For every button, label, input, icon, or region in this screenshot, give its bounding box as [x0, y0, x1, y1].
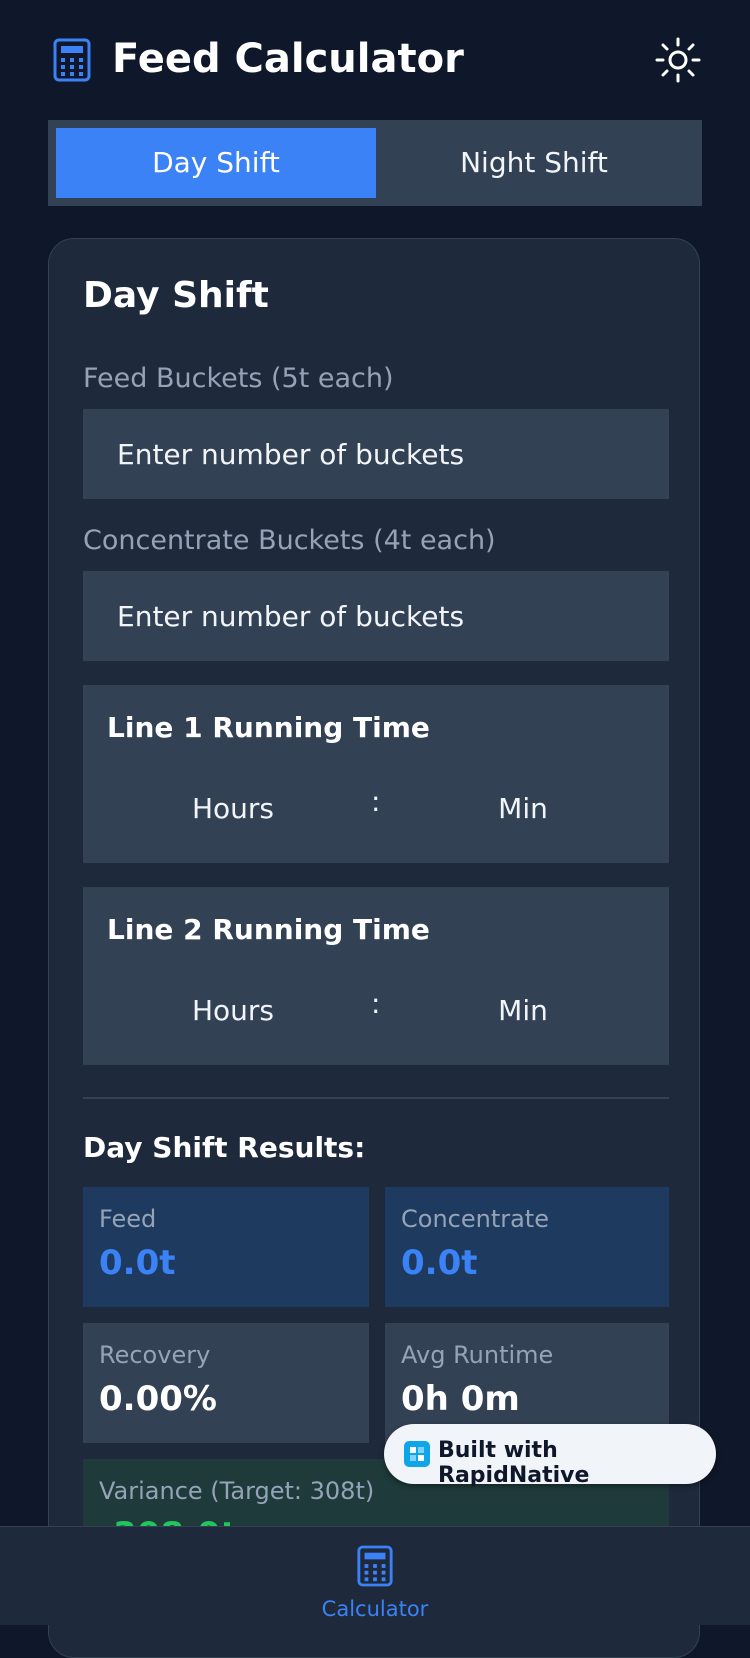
result-concentrate-value: 0.0t	[401, 1243, 478, 1283]
result-avg-runtime-label: Avg Runtime	[401, 1341, 554, 1369]
bottom-nav: Calculator	[0, 1526, 750, 1625]
line1-minutes-input[interactable]	[421, 781, 625, 835]
badge-text: Built with RapidNative	[438, 1438, 590, 1488]
line2-minutes-input[interactable]	[421, 983, 625, 1037]
line2-runtime: Line 2 Running Time :	[83, 887, 669, 1065]
line2-hours-input[interactable]	[131, 983, 335, 1037]
divider	[83, 1097, 669, 1099]
result-feed: Feed 0.0t	[83, 1187, 369, 1307]
result-concentrate: Concentrate 0.0t	[385, 1187, 669, 1307]
results-title: Day Shift Results:	[83, 1131, 366, 1164]
feed-buckets-label: Feed Buckets (5t each)	[83, 363, 394, 394]
feed-buckets-input[interactable]	[83, 409, 669, 499]
line1-runtime-title: Line 1 Running Time	[107, 711, 430, 744]
shift-tabs: Day Shift Night Shift	[48, 120, 702, 206]
result-recovery-value: 0.00%	[99, 1379, 217, 1419]
result-concentrate-label: Concentrate	[401, 1205, 549, 1233]
result-recovery: Recovery 0.00%	[83, 1323, 369, 1443]
built-with-badge[interactable]: Built with RapidNative	[384, 1424, 716, 1488]
tab-day-shift[interactable]: Day Shift	[56, 128, 376, 198]
result-feed-value: 0.0t	[99, 1243, 176, 1283]
nav-item-calculator[interactable]: Calculator	[300, 1527, 450, 1625]
line2-separator: :	[371, 987, 381, 1020]
concentrate-buckets-label: Concentrate Buckets (4t each)	[83, 525, 496, 556]
result-variance-label: Variance (Target: 308t)	[99, 1477, 375, 1505]
concentrate-buckets-input[interactable]	[83, 571, 669, 661]
calculator-icon	[53, 38, 91, 82]
line1-separator: :	[371, 785, 381, 818]
line1-runtime: Line 1 Running Time :	[83, 685, 669, 863]
line1-hours-input[interactable]	[131, 781, 335, 835]
result-recovery-label: Recovery	[99, 1341, 211, 1369]
sun-icon[interactable]	[654, 36, 702, 84]
result-feed-label: Feed	[99, 1205, 157, 1233]
calculator-icon	[357, 1545, 393, 1587]
nav-label-calculator: Calculator	[321, 1597, 429, 1621]
app-title: Feed Calculator	[112, 36, 464, 82]
card-title: Day Shift	[83, 275, 269, 316]
line2-runtime-title: Line 2 Running Time	[107, 913, 430, 946]
header: Feed Calculator	[0, 0, 750, 118]
rapidnative-logo-icon	[404, 1441, 430, 1467]
result-avg-runtime-value: 0h 0m	[401, 1379, 520, 1419]
tab-night-shift[interactable]: Night Shift	[374, 128, 694, 198]
